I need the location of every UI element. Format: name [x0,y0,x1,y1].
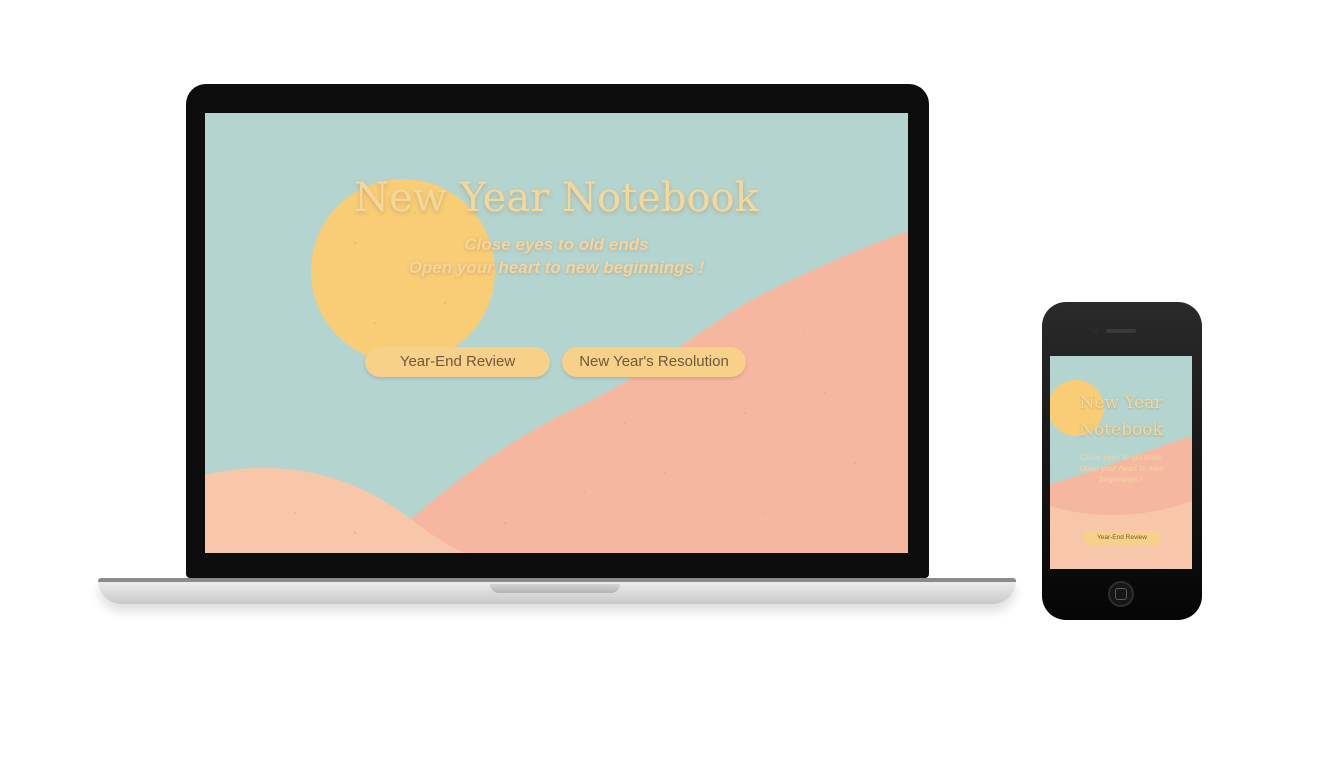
phone-camera-icon [1092,328,1098,334]
mobile-title-line-1: New Year [1079,393,1163,413]
phone-screen: New Year Notebook Close eyes to old ends… [1050,356,1192,569]
mobile-subtitle-line-2: Open your heart to new [1079,464,1163,473]
subtitle-line-1: Close eyes to old ends [464,235,649,254]
mobile-year-end-review-button[interactable]: Year-End Review [1083,531,1161,545]
mobile-title-line-2: Notebook [1079,420,1163,440]
phone-speaker-icon [1106,329,1136,333]
year-end-review-button[interactable]: Year-End Review [365,347,550,377]
new-years-resolution-button[interactable]: New Year's Resolution [562,347,746,377]
subtitle-line-2: Open your heart to new beginnings ! [408,258,705,277]
laptop-base-edge [98,578,1016,582]
page-title: New Year Notebook [354,175,759,221]
home-square-icon [1115,588,1127,600]
laptop-screen: New Year Notebook Close eyes to old ends… [205,113,908,553]
laptop-hinge-notch [490,584,620,593]
mobile-subtitle-line-1: Close eyes to old ends [1080,453,1162,462]
mobile-subtitle-line-3: beginnings ! [1099,475,1143,484]
